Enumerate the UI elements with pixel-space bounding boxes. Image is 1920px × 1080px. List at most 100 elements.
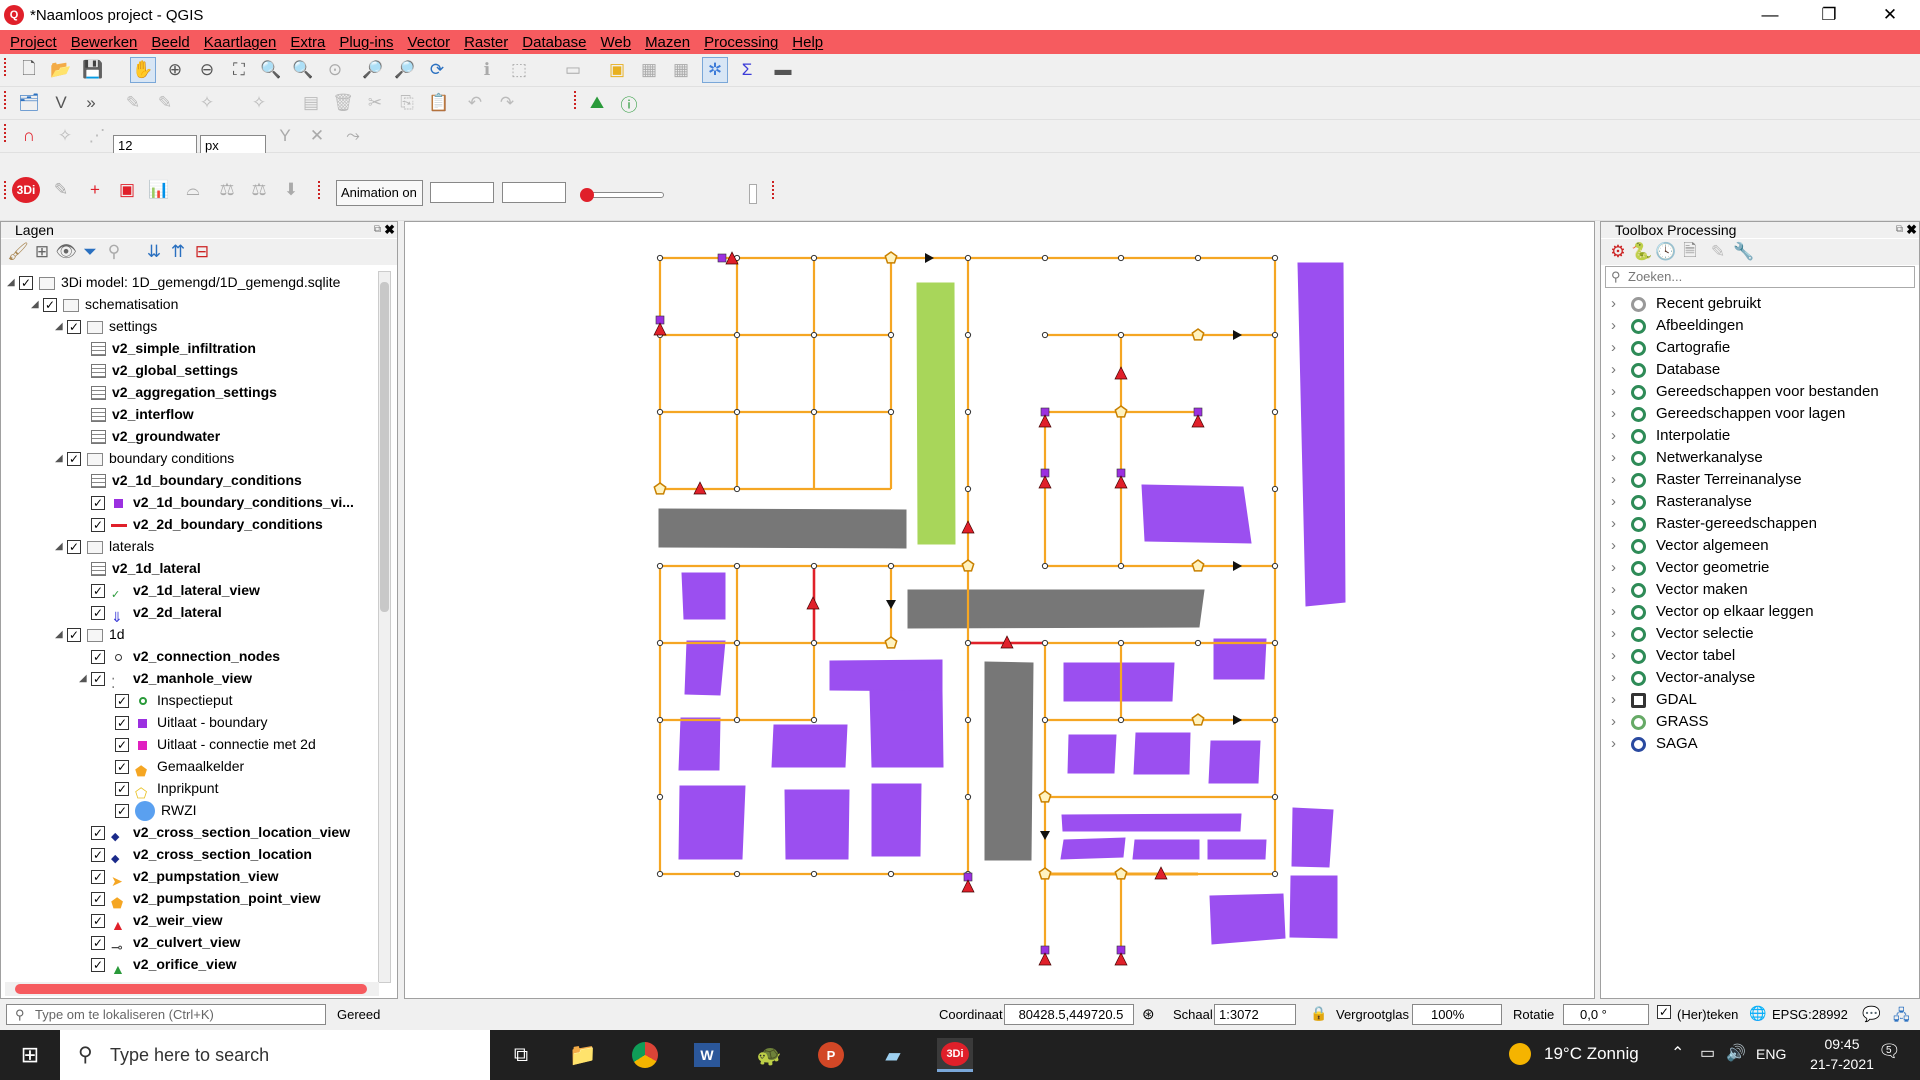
attribute-table-icon[interactable]: ▦ [636,57,662,83]
connection-node[interactable] [810,639,818,647]
uitlaat-boundary-node[interactable] [717,253,727,263]
expand-arrow-icon[interactable]: › [1611,601,1631,623]
layer-tree-scrollbar[interactable] [378,271,391,983]
layer-visibility-checkbox[interactable]: ✓ [91,496,105,511]
pumpstation-arrow[interactable] [886,600,896,609]
weir-triangle[interactable] [1191,414,1205,428]
water-balance-icon[interactable]: ⚖ [246,177,272,203]
expand-arrow-icon[interactable]: › [1611,689,1631,711]
network-icon[interactable]: 🖧 [1893,1005,1910,1030]
toolbar-grip[interactable] [4,181,8,199]
timeslider-handle[interactable] [580,188,594,202]
map-polygon-building[interactable] [1291,807,1334,868]
menu-plugins[interactable]: Plug-ins [339,34,393,51]
gemaalkelder-node[interactable] [1114,867,1128,880]
scale-select[interactable]: 1:3072 [1214,1004,1296,1025]
zoom-selection-icon[interactable]: 🔍 [258,57,284,83]
minimize-button[interactable]: — [1742,0,1798,30]
weir-triangle[interactable] [1114,366,1128,380]
layer-row[interactable]: ◢ ✓ laterals [55,535,154,557]
toolbar-grip[interactable] [574,91,578,109]
locator-search-input[interactable]: ⚲ Type om te lokaliseren (Ctrl+K) [6,1004,326,1025]
connection-node[interactable] [1271,639,1279,647]
weir-triangle[interactable] [961,520,975,534]
map-polygon-building[interactable] [1209,893,1286,945]
connection-node[interactable] [1041,331,1049,339]
measure-icon[interactable]: ▬ [770,57,796,83]
toolbox-group-item[interactable]: › GRASS [1611,711,1709,733]
weir-triangle[interactable] [1038,414,1052,428]
weir-triangle[interactable] [1038,475,1052,489]
expand-arrow-icon[interactable]: › [1611,733,1631,755]
layer-visibility-checkbox[interactable]: ✓ [91,958,105,973]
volume-icon[interactable]: 🔊 [1726,1043,1746,1063]
expand-arrow-icon[interactable]: › [1611,579,1631,601]
layer-row[interactable]: v2_global_settings [79,359,238,381]
zoom-full-icon[interactable]: ⛶ [226,57,252,83]
collapse-all-icon[interactable]: ⇈ [165,239,191,265]
connection-node[interactable] [1117,562,1125,570]
toolbox-group-item[interactable]: › Afbeeldingen [1611,315,1744,337]
connection-node[interactable] [964,639,972,647]
zoom-native-icon[interactable]: ⊙ [322,57,348,83]
manage-themes-icon[interactable]: 👁 [53,239,79,265]
layer-row[interactable]: ✓ ⬟ Gemaalkelder [103,755,244,779]
gemaalkelder-node[interactable] [1038,790,1052,803]
crs-globe-icon[interactable]: 🌐 [1749,1005,1766,1022]
connection-node[interactable] [964,485,972,493]
tray-chevron-icon[interactable]: ⌃ [1671,1043,1684,1063]
map-polygon-building[interactable] [1208,740,1261,784]
layer-row[interactable]: ✓ Uitlaat - boundary [103,711,268,733]
layer-visibility-checkbox[interactable]: ✓ [91,518,105,533]
connection-node[interactable] [1117,331,1125,339]
map-polygon-building[interactable] [771,724,848,768]
map-svg[interactable] [405,222,1594,998]
snap-vertex-icon[interactable]: ✧ [52,123,78,149]
menu-processing[interactable]: Processing [704,34,778,51]
refresh-icon[interactable]: ⟳ [424,57,450,83]
layer-visibility-checkbox[interactable]: ✓ [91,870,105,885]
map-polygon-building[interactable] [678,717,721,771]
layer-row[interactable]: ✓ Inspectieput [103,689,233,711]
connection-node[interactable] [656,639,664,647]
menu-extra[interactable]: Extra [290,34,325,51]
menu-help[interactable]: Help [792,34,823,51]
layer-visibility-checkbox[interactable]: ✓ [19,276,33,291]
layer-row[interactable]: ✓ ▲ v2_weir_view [79,909,223,933]
windows-start-icon[interactable]: ⊞ [12,1038,48,1072]
connection-node[interactable] [1271,793,1279,801]
connection-node[interactable] [733,485,741,493]
layer-visibility-checkbox[interactable]: ✓ [67,628,81,643]
gemaalkelder-node[interactable] [1191,328,1205,341]
statistics-sigma-icon[interactable]: Σ [734,57,760,83]
toolbox-search-input[interactable]: ⚲ Zoeken... [1605,266,1915,288]
map-polygon-building[interactable] [1213,638,1267,680]
open-project-icon[interactable]: 📂 [48,57,74,83]
add-group-icon[interactable]: ⊞ [29,239,55,265]
float-panel-icon[interactable]: ⧉ [1896,222,1903,238]
map-polygon-building[interactable] [1297,262,1346,607]
layer-row[interactable]: ◢ ✓ 1d [55,623,125,645]
clock-date[interactable]: 21-7-2021 [1805,1056,1879,1072]
layer-tree-hscroll-thumb[interactable] [15,984,367,994]
map-polygon-gray[interactable] [907,589,1205,629]
field-calculator-icon[interactable]: ▦ [668,57,694,83]
toolbox-group-item[interactable]: › Vector tabel [1611,645,1735,667]
expand-arrow-icon[interactable]: › [1611,513,1631,535]
layer-visibility-checkbox[interactable]: ✓ [115,738,129,753]
more-tools-icon[interactable]: » [78,90,104,116]
expand-arrow-icon[interactable]: › [1611,667,1631,689]
menu-project[interactable]: Project [10,34,57,51]
connection-node[interactable] [1271,870,1279,878]
gemaalkelder-node[interactable] [884,251,898,264]
weather-text[interactable]: 19°C Zonnig [1544,1044,1639,1064]
connection-node[interactable] [1271,408,1279,416]
render-checkbox[interactable]: ✓ [1657,1005,1671,1019]
connection-node[interactable] [1117,639,1125,647]
connection-node[interactable] [1041,639,1049,647]
magnifier-input[interactable]: 100% [1412,1004,1502,1025]
toolbox-group-item[interactable]: › Vector op elkaar leggen [1611,601,1814,623]
layer-row[interactable]: v2_1d_lateral [79,557,201,579]
deselect-icon[interactable]: ▭ [560,57,586,83]
menu-mazen[interactable]: Mazen [645,34,690,51]
